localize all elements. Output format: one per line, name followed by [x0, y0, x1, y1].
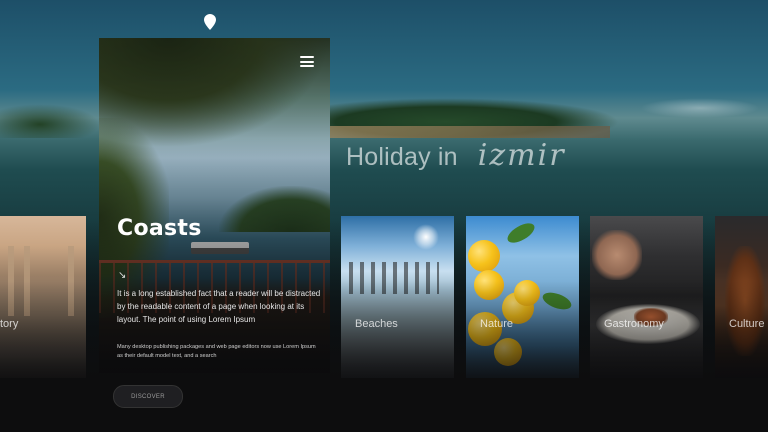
background-hills-left [0, 104, 100, 138]
category-label: Beaches [355, 318, 398, 330]
hamburger-menu-icon[interactable] [300, 56, 314, 67]
category-label: Nature [480, 318, 514, 330]
category-label: Gastronomy [604, 318, 664, 330]
hero-title-plain: Holiday in [346, 143, 458, 171]
hero-title-script: izmir [477, 138, 566, 173]
featured-title: Coasts [117, 216, 202, 241]
featured-card-coasts[interactable]: Coasts ↘ It is a long established fact t… [99, 38, 330, 373]
featured-description: It is a long established fact that a rea… [117, 289, 321, 324]
background-cloud [640, 98, 760, 118]
category-card-culture[interactable]: Culture [715, 216, 768, 378]
category-card-history[interactable]: tory [0, 216, 86, 378]
category-card-nature[interactable]: Nature [466, 216, 579, 378]
category-label: tory [0, 318, 19, 330]
background-shoreline [330, 126, 610, 138]
featured-description-small: Many desktop publishing packages and web… [117, 344, 316, 359]
location-pin-icon[interactable] [204, 14, 216, 30]
category-card-gastronomy[interactable]: Gastronomy [590, 216, 703, 378]
hero-headline: Holiday in izmir [346, 138, 566, 173]
arrow-down-right-icon: ↘ [118, 270, 127, 281]
category-card-beaches[interactable]: Beaches [341, 216, 454, 378]
category-label: Culture [729, 318, 765, 330]
discover-button[interactable]: DISCOVER [113, 385, 183, 408]
